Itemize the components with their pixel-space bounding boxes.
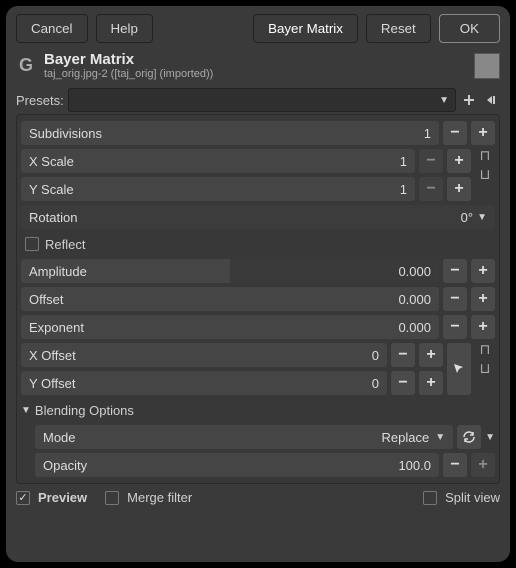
yoffset-field[interactable]: Y Offset 0	[21, 371, 387, 395]
parameter-panel: Subdivisions 1 − + X Scale 1 − + Y Scal	[16, 114, 500, 484]
xscale-minus[interactable]: −	[419, 149, 443, 173]
merge-filter-checkbox[interactable]	[105, 491, 119, 505]
xoffset-field[interactable]: X Offset 0	[21, 343, 387, 367]
blending-options-toggle[interactable]: ▼ Blending Options	[21, 397, 495, 423]
chevron-down-icon: ▼	[439, 95, 449, 106]
triangle-down-icon: ▼	[21, 405, 31, 416]
mode-row: Mode Replace ▼ ▼	[35, 423, 495, 451]
preview-label: Preview	[38, 490, 87, 505]
gimp-icon: G	[16, 55, 36, 76]
reflect-checkbox[interactable]	[25, 237, 39, 251]
xoffset-plus[interactable]: +	[419, 343, 443, 367]
exponent-field[interactable]: Exponent 0.000	[21, 315, 439, 339]
reflect-row: Reflect	[21, 231, 495, 257]
yoffset-plus[interactable]: +	[419, 371, 443, 395]
color-swatch[interactable]	[474, 53, 500, 79]
yoffset-minus[interactable]: −	[391, 371, 415, 395]
reflect-label: Reflect	[45, 237, 85, 252]
scale-link-icon[interactable]: ⊓⊔	[475, 147, 495, 203]
subdivisions-plus[interactable]: +	[471, 121, 495, 145]
mode-swap-button[interactable]	[457, 425, 481, 449]
amplitude-row: Amplitude 0.000 − +	[21, 257, 495, 285]
merge-filter-label: Merge filter	[127, 490, 192, 505]
presets-dropdown[interactable]: ▼	[68, 88, 456, 112]
dialog-title: Bayer Matrix	[44, 51, 213, 68]
mode-field[interactable]: Mode Replace ▼	[35, 425, 453, 449]
chevron-down-icon: ▼	[477, 212, 487, 223]
offset-field[interactable]: Offset 0.000	[21, 287, 439, 311]
reset-button[interactable]: Reset	[366, 14, 431, 43]
presets-row: Presets: ▼	[16, 88, 500, 112]
opacity-plus[interactable]: +	[471, 453, 495, 477]
button-bar: Cancel Help Bayer Matrix Reset OK	[16, 14, 500, 43]
rotation-field[interactable]: Rotation 0° ▼	[21, 205, 495, 229]
offset-minus[interactable]: −	[443, 287, 467, 311]
amplitude-field[interactable]: Amplitude 0.000	[21, 259, 439, 283]
xscale-field[interactable]: X Scale 1	[21, 149, 415, 173]
yscale-minus[interactable]: −	[419, 177, 443, 201]
help-button[interactable]: Help	[96, 14, 153, 43]
yscale-plus[interactable]: +	[447, 177, 471, 201]
pointer-mode-button[interactable]	[447, 343, 471, 395]
opacity-row: Opacity 100.0 − +	[35, 451, 495, 479]
add-preset-button[interactable]	[460, 91, 478, 109]
subdivisions-row: Subdivisions 1 − +	[21, 119, 495, 147]
manage-presets-button[interactable]	[482, 91, 500, 109]
subdivisions-field[interactable]: Subdivisions 1	[21, 121, 439, 145]
subdivisions-minus[interactable]: −	[443, 121, 467, 145]
exponent-row: Exponent 0.000 − +	[21, 313, 495, 341]
chevron-down-icon: ▼	[485, 432, 495, 443]
offset-link-icon[interactable]: ⊓⊔	[475, 341, 495, 397]
split-view-checkbox[interactable]	[423, 491, 437, 505]
footer-row: Preview Merge filter Split view	[16, 490, 500, 505]
yoffset-row: Y Offset 0 − +	[21, 369, 443, 397]
offset-row: Offset 0.000 − +	[21, 285, 495, 313]
xoffset-row: X Offset 0 − +	[21, 341, 443, 369]
xscale-plus[interactable]: +	[447, 149, 471, 173]
preview-checkbox[interactable]	[16, 491, 30, 505]
bayer-matrix-button[interactable]: Bayer Matrix	[253, 14, 358, 43]
rotation-row: Rotation 0° ▼	[21, 203, 495, 231]
dialog-window: Cancel Help Bayer Matrix Reset OK G Baye…	[6, 6, 510, 562]
yscale-field[interactable]: Y Scale 1	[21, 177, 415, 201]
opacity-field[interactable]: Opacity 100.0	[35, 453, 439, 477]
cancel-button[interactable]: Cancel	[16, 14, 88, 43]
ok-button[interactable]: OK	[439, 14, 500, 43]
dialog-header: G Bayer Matrix taj_orig.jpg-2 ([taj_orig…	[16, 51, 500, 80]
opacity-minus[interactable]: −	[443, 453, 467, 477]
split-view-label: Split view	[445, 490, 500, 505]
exponent-minus[interactable]: −	[443, 315, 467, 339]
chevron-down-icon: ▼	[435, 432, 445, 443]
xscale-row: X Scale 1 − +	[21, 147, 471, 175]
exponent-plus[interactable]: +	[471, 315, 495, 339]
yscale-row: Y Scale 1 − +	[21, 175, 471, 203]
amplitude-plus[interactable]: +	[471, 259, 495, 283]
amplitude-minus[interactable]: −	[443, 259, 467, 283]
dialog-subtitle: taj_orig.jpg-2 ([taj_orig] (imported))	[44, 68, 213, 80]
xoffset-minus[interactable]: −	[391, 343, 415, 367]
presets-label: Presets:	[16, 93, 64, 108]
offset-plus[interactable]: +	[471, 287, 495, 311]
